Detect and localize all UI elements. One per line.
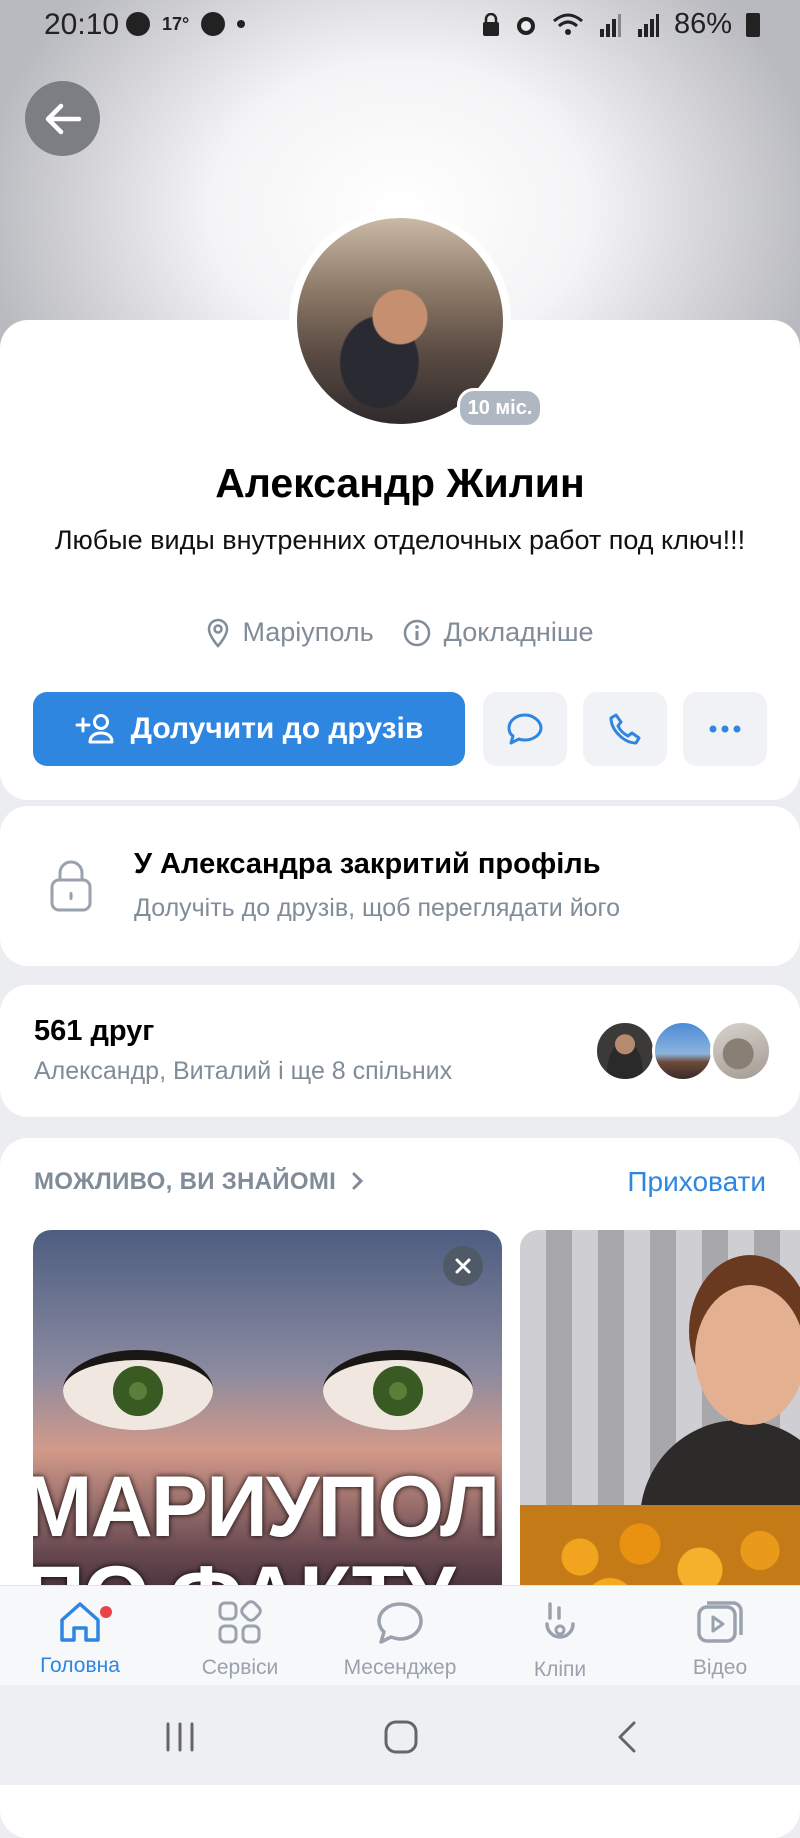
profile-actions: Долучити до друзів <box>33 692 767 766</box>
message-button[interactable] <box>483 692 567 766</box>
account-icon <box>126 12 150 36</box>
tab-home-label: Головна <box>40 1654 120 1677</box>
navigation-icon <box>201 12 226 36</box>
status-right-icons: 86% <box>482 8 760 41</box>
tab-services-label: Сервіси <box>201 1656 279 1679</box>
arrow-left-icon <box>45 103 81 134</box>
lock-icon <box>50 860 92 912</box>
city-item: Маріуполь <box>206 617 374 648</box>
friends-count: 561 друг <box>34 1015 155 1047</box>
video-icon <box>697 1601 743 1643</box>
notification-dot-icon <box>237 20 246 28</box>
tab-clips[interactable]: Кліпи <box>480 1600 640 1682</box>
services-icon <box>218 1600 262 1644</box>
home-nav-icon[interactable] <box>383 1719 419 1755</box>
dismiss-suggestion-button[interactable] <box>443 1246 483 1286</box>
tab-messenger-label: Месенджер <box>343 1656 457 1679</box>
closed-profile-subtitle: Долучіть до друзів, щоб переглядати його <box>134 894 621 922</box>
friend-avatar <box>710 1020 772 1082</box>
battery-icon <box>746 12 760 37</box>
tab-home[interactable]: Головна <box>0 1600 160 1678</box>
tab-video-label: Відео <box>692 1656 748 1679</box>
back-nav-icon[interactable] <box>615 1719 639 1755</box>
profile-status: Любые виды внутренних отделочных работ п… <box>54 525 746 555</box>
details-label: Докладніше <box>443 617 594 647</box>
closed-profile-title: У Александра закритий профіль <box>134 848 601 880</box>
call-button[interactable] <box>583 692 667 766</box>
close-icon <box>455 1258 471 1274</box>
eye-graphic <box>63 1350 213 1430</box>
suggestion-image-text: МАРИУПОЛ <box>33 1459 500 1555</box>
status-left-icons: 17° <box>126 12 246 36</box>
message-bubble-icon <box>507 713 543 745</box>
chevron-right-icon <box>352 1172 364 1190</box>
back-button[interactable] <box>25 81 100 156</box>
add-friend-button[interactable]: Долучити до друзів <box>33 692 465 766</box>
signal-icon <box>599 13 621 37</box>
clips-icon <box>545 1602 575 1639</box>
bottom-tab-bar: Головна Сервіси Месенджер Кліпи Відео <box>0 1585 800 1686</box>
tab-video[interactable]: Відео <box>640 1600 800 1680</box>
hide-suggestions-link[interactable]: Приховати <box>627 1166 766 1198</box>
add-friend-label: Долучити до друзів <box>130 712 424 745</box>
details-link[interactable]: Докладніше <box>402 617 594 648</box>
friends-card[interactable]: 561 друг Александр, Виталий і ще 8 спіль… <box>0 985 800 1117</box>
lock-status-icon <box>482 12 499 36</box>
closed-profile-card: У Александра закритий профіль Долучіть д… <box>0 806 800 966</box>
wifi-icon <box>552 13 583 35</box>
messenger-icon <box>377 1602 423 1644</box>
mutual-friends: Александр, Виталий і ще 8 спільних <box>34 1057 453 1085</box>
profile-meta: Маріуполь Докладніше <box>0 617 800 648</box>
location-pin-icon <box>208 618 229 648</box>
status-bar: 20:10 17° 86% <box>0 0 800 52</box>
profile-name: Александр Жилин <box>215 460 585 506</box>
battery-percent: 86% <box>673 8 732 40</box>
status-time: 20:10 <box>44 8 120 41</box>
friend-avatar <box>652 1020 714 1082</box>
tab-messenger[interactable]: Месенджер <box>320 1600 480 1680</box>
temperature: 17° <box>162 13 190 34</box>
suggestion-card-image[interactable] <box>520 1230 800 1630</box>
suggestion-card-image[interactable]: МАРИУПОЛ ПО ФАКТУ <box>33 1230 502 1630</box>
add-user-icon <box>75 714 114 744</box>
phone-icon <box>609 713 641 745</box>
more-dots-icon <box>709 725 741 733</box>
home-icon <box>60 1602 100 1642</box>
notification-badge <box>100 1606 112 1618</box>
system-nav-bar <box>0 1685 800 1785</box>
eye-graphic <box>323 1350 473 1430</box>
info-icon <box>403 619 430 646</box>
alarm-icon <box>516 16 535 35</box>
more-button[interactable] <box>683 692 767 766</box>
recent-apps-icon[interactable] <box>163 1721 197 1753</box>
friend-avatar <box>594 1020 656 1082</box>
suggestions-title[interactable]: МОЖЛИВО, ВИ ЗНАЙОМІ <box>34 1168 365 1196</box>
tab-clips-label: Кліпи <box>533 1658 587 1681</box>
avatar-age-badge: 10 міс. <box>457 388 543 428</box>
suggestions-title-label: МОЖЛИВО, ВИ ЗНАЙОМІ <box>34 1168 337 1195</box>
tab-services[interactable]: Сервіси <box>160 1600 320 1680</box>
person-face-graphic <box>695 1285 800 1425</box>
signal2-icon <box>637 13 659 37</box>
city-label: Маріуполь <box>242 617 374 647</box>
